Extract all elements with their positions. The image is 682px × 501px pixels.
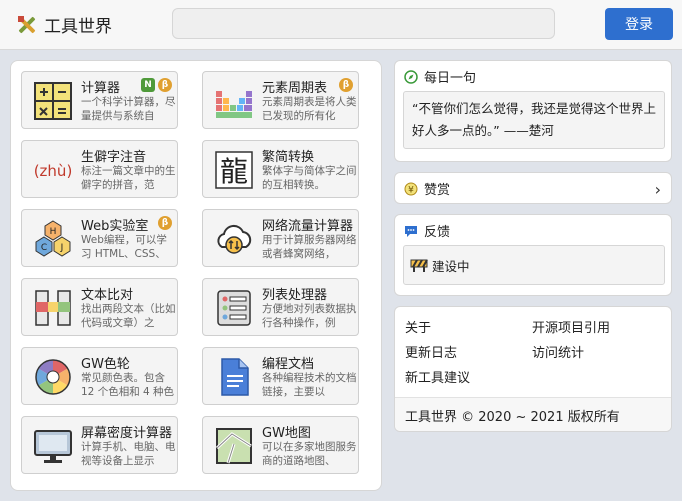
calculator-icon — [34, 82, 72, 120]
tool-desc: 找出两段文本（比如代码或文章）之 — [81, 303, 176, 329]
tool-card-list-processor[interactable]: 列表处理器 方便地对列表数据执行各种操作，例 — [202, 278, 359, 336]
list-processor-icon — [217, 290, 251, 326]
tool-card-web-lab[interactable]: H C J Web实验室 Web编程，可以学习 HTML、CSS、 β — [21, 209, 178, 267]
tool-desc: 元素周期表是将人类已发现的所有化 — [262, 96, 357, 122]
daily-quote-text: “不管你们怎么觉得，我还是觉得这个世界上好人多一点的。” ——楚河 — [403, 91, 665, 149]
new-badge: N — [141, 78, 155, 92]
brand-name: 工具世界 — [44, 17, 112, 37]
tool-title: 网络流量计算器 — [262, 219, 354, 234]
tool-desc: 用于计算服务器网络或者蜂窝网络， — [262, 234, 357, 260]
tool-card-traffic[interactable]: 网络流量计算器 用于计算服务器网络或者蜂窝网络， — [202, 209, 359, 267]
donate-heading: ¥ 赞赏 — [404, 179, 450, 198]
tool-title: 屏幕密度计算器 — [81, 426, 173, 441]
svg-text:(zhù): (zhù) — [34, 162, 73, 180]
tool-desc: 计算手机、电脑、电视等设备上显示 — [81, 441, 176, 467]
tool-card-map[interactable]: GW地图 可以在多家地图服务商的道路地图、 — [202, 416, 359, 474]
tool-title: 编程文档 — [262, 357, 315, 372]
beta-badge: β — [158, 216, 172, 230]
svg-text:C: C — [41, 243, 47, 253]
map-icon — [215, 428, 252, 464]
stats-link[interactable]: 访问统计 — [532, 342, 584, 361]
tool-title: 计算器 — [81, 81, 121, 96]
tool-card-traditional-simplified[interactable]: 龍 繁简转换 繁体字与简体字之间的互相转换。 — [202, 140, 359, 198]
tool-desc: 可以在多家地图服务商的道路地图、 — [262, 441, 357, 467]
about-link[interactable]: 关于 — [405, 317, 431, 336]
tools-grid: 计算器 一个科学计算器，尽量提供与系统自 N β 元素周期表 元素周期表是将人类… — [10, 60, 382, 491]
cloud-traffic-icon — [217, 224, 252, 254]
tool-title: 元素周期表 — [262, 81, 328, 96]
tool-desc: 方便地对列表数据执行各种操作，例 — [262, 303, 357, 329]
tool-card-screen-density[interactable]: 屏幕密度计算器 计算手机、电脑、电视等设备上显示 — [21, 416, 178, 474]
tool-title: 文本比对 — [81, 288, 134, 303]
daily-quote-title: 每日一句 — [424, 71, 477, 86]
color-wheel-icon — [35, 359, 71, 395]
brand-logo[interactable]: 工具世界 — [16, 12, 112, 37]
periodic-table-icon — [216, 91, 252, 118]
tool-desc: 常见颜色表。包含 12 个色相和 4 种色 — [81, 372, 175, 398]
compass-icon — [404, 69, 418, 84]
top-bar: 工具世界 登录 — [0, 0, 682, 50]
changelog-link[interactable]: 更新日志 — [405, 342, 457, 361]
open-source-link[interactable]: 开源项目引用 — [532, 317, 610, 336]
tool-desc: 各种编程技术的文档链接，主要以 — [262, 372, 357, 398]
tool-title: 生僻字注音 — [81, 150, 147, 165]
feedback-panel: 反馈 建设中 — [394, 214, 672, 296]
traditional-chinese-icon: 龍 — [215, 151, 253, 189]
tool-card-text-diff[interactable]: 文本比对 找出两段文本（比如代码或文章）之 — [21, 278, 178, 336]
web-lab-icon: H C J — [35, 220, 71, 257]
tool-card-docs[interactable]: 编程文档 各种编程技术的文档链接，主要以 — [202, 347, 359, 405]
suggest-tool-link[interactable]: 新工具建议 — [405, 367, 470, 386]
search-input[interactable] — [172, 8, 555, 39]
daily-quote-heading: 每日一句 — [404, 67, 476, 86]
svg-text:¥: ¥ — [408, 185, 414, 195]
chevron-right-icon: › — [654, 180, 661, 199]
pinyin-icon: (zhù) — [34, 162, 73, 180]
tool-desc: 标注一篇文章中的生僻字的拼音，范 — [81, 165, 176, 191]
tool-title: GW地图 — [262, 426, 311, 441]
beta-badge: β — [339, 78, 353, 92]
svg-text:H: H — [50, 227, 57, 237]
svg-text:J: J — [60, 243, 64, 253]
document-icon — [221, 358, 249, 396]
construction-icon — [410, 259, 428, 272]
daily-quote-panel: 每日一句 “不管你们怎么觉得，我还是觉得这个世界上好人多一点的。” ——楚河 — [394, 60, 672, 162]
tool-desc: Web编程，可以学习 HTML、CSS、 — [81, 234, 167, 260]
tool-title: 繁简转换 — [262, 150, 315, 165]
tool-desc: 一个科学计算器，尽量提供与系统自 — [81, 96, 176, 122]
tool-card-pinyin[interactable]: (zhù) 生僻字注音 标注一篇文章中的生僻字的拼音，范 — [21, 140, 178, 198]
tool-card-calculator[interactable]: 计算器 一个科学计算器，尽量提供与系统自 N β — [21, 71, 178, 129]
donate-label: 赞赏 — [424, 183, 451, 198]
beta-badge: β — [158, 78, 172, 92]
login-button[interactable]: 登录 — [605, 8, 673, 40]
monitor-icon — [34, 430, 72, 463]
donate-panel[interactable]: ¥ 赞赏 › — [394, 172, 672, 204]
copyright: 工具世界 © 2020 ~ 2021 版权所有 — [395, 397, 671, 431]
feedback-title: 反馈 — [424, 225, 451, 240]
tools-logo-icon — [18, 15, 36, 33]
footer-links-panel: 关于 开源项目引用 更新日志 访问统计 新工具建议 工具世界 © 2020 ~ … — [394, 306, 672, 432]
svg-text:龍: 龍 — [220, 155, 248, 188]
tool-title: Web实验室 — [81, 219, 149, 234]
tool-card-color-wheel[interactable]: GW色轮 常见颜色表。包含 12 个色相和 4 种色 — [21, 347, 178, 405]
tool-card-periodic-table[interactable]: 元素周期表 元素周期表是将人类已发现的所有化 β — [202, 71, 359, 129]
tool-desc: 繁体字与简体字之间的互相转换。 — [262, 165, 357, 191]
text-diff-icon — [35, 290, 71, 326]
feedback-heading: 反馈 — [404, 221, 450, 240]
yen-coin-icon: ¥ — [404, 182, 418, 195]
tool-title: 列表处理器 — [262, 288, 328, 303]
tool-title: GW色轮 — [81, 357, 130, 372]
feedback-status-text: 建设中 — [432, 258, 470, 274]
feedback-status: 建设中 — [403, 245, 665, 285]
chat-bubble-icon — [405, 225, 417, 237]
